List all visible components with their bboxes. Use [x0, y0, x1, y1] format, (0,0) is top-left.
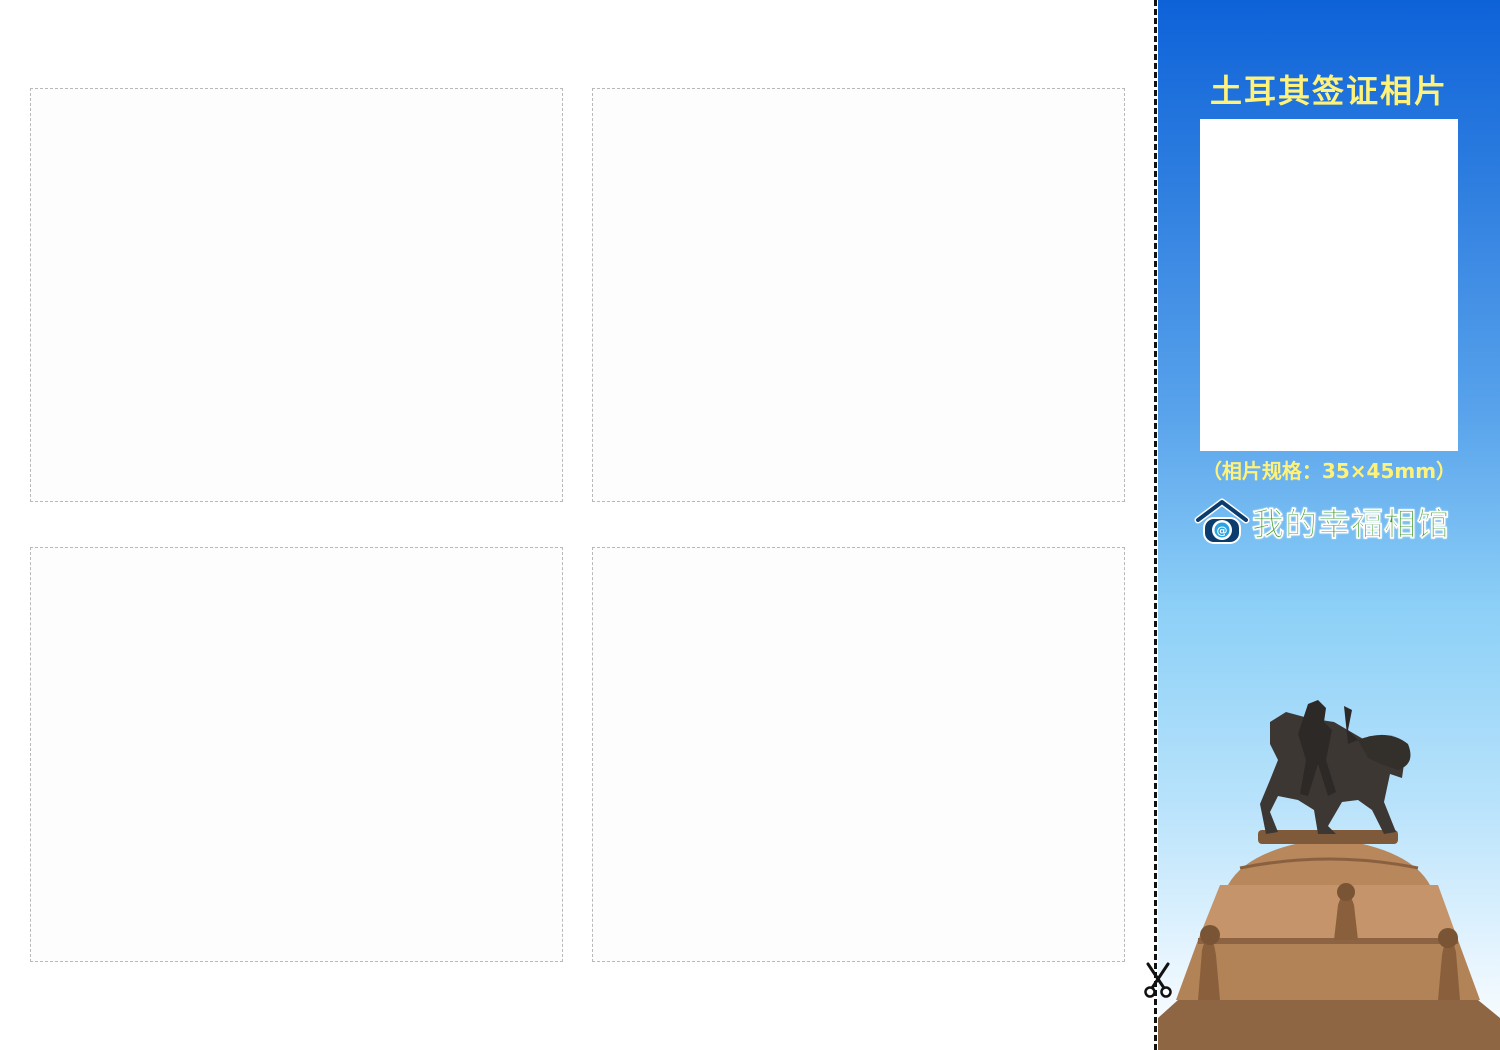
visa-photo-sheet: 土耳其签证相片 （相片规格：35×45mm） @ 我的幸福相馆 — [0, 0, 1500, 1050]
panel-title: 土耳其签证相片 — [1209, 72, 1448, 110]
info-panel: 土耳其签证相片 （相片规格：35×45mm） @ 我的幸福相馆 — [1158, 0, 1500, 1050]
photo-box-1 — [30, 88, 563, 502]
photo-box-4 — [592, 547, 1125, 962]
photo-box-3 — [30, 547, 563, 962]
equestrian-statue-image — [1158, 700, 1500, 1050]
photo-spec-caption: （相片规格：35×45mm） — [1201, 459, 1457, 483]
photo-box-2 — [592, 88, 1125, 502]
scissors-icon — [1144, 962, 1172, 998]
cut-line — [1154, 0, 1157, 1050]
svg-text:@: @ — [1217, 524, 1228, 537]
sample-photo-area — [1200, 119, 1458, 451]
house-at-logo-icon: @ — [1194, 498, 1250, 544]
brand: @ 我的幸福相馆 — [1194, 498, 1450, 546]
brand-name: 我的幸福相馆 — [1252, 505, 1451, 544]
